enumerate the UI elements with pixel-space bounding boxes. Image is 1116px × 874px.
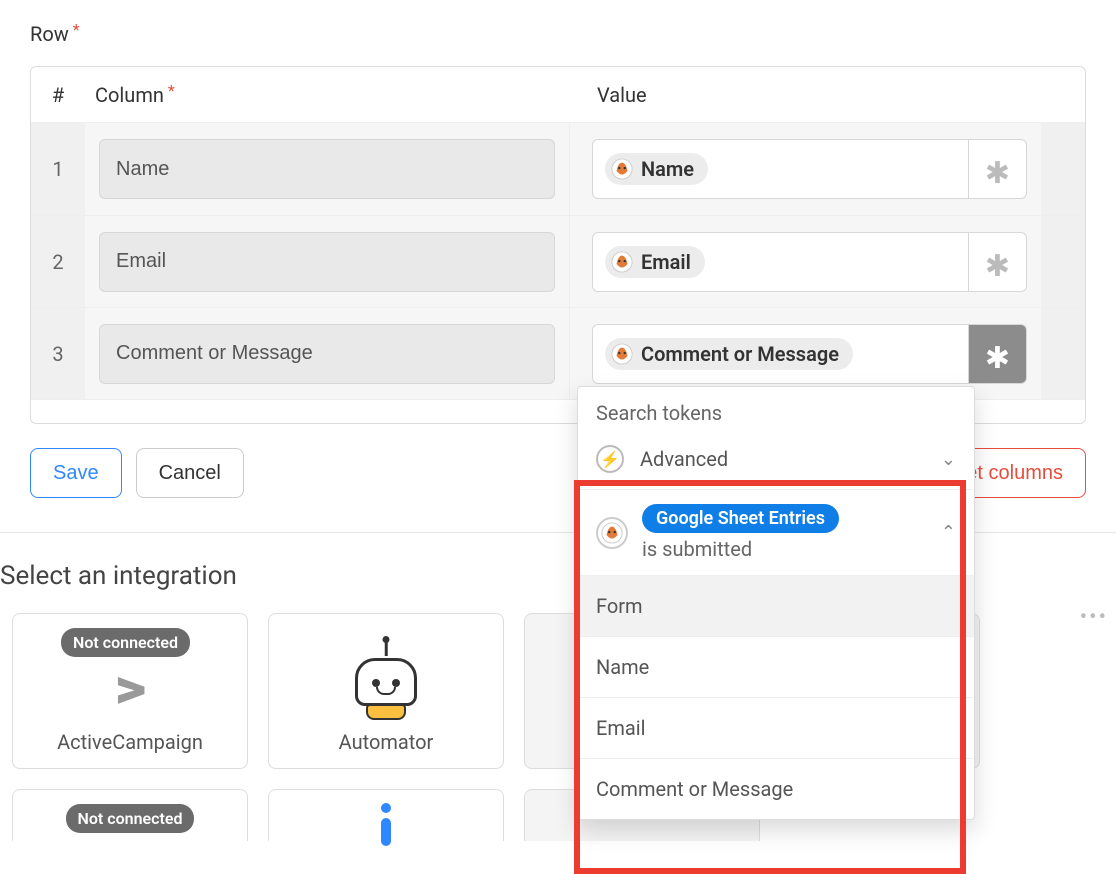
automator-logo-icon: [355, 658, 417, 720]
value-token-field[interactable]: Email: [592, 232, 969, 292]
asterisk-icon: ✱: [985, 344, 1010, 374]
token-option[interactable]: Name: [578, 637, 974, 698]
row-number: 3: [31, 308, 85, 399]
table-row: 1 Name ✱: [31, 123, 1085, 215]
token-group-pill: Google Sheet Entries: [642, 504, 839, 533]
row-number: 1: [31, 123, 85, 215]
integration-card-title: ActiveCampaign: [57, 730, 203, 754]
header-number: #: [31, 83, 85, 107]
row-mapping-table: # Column* Value 1 Name: [30, 66, 1086, 424]
token-group-subtitle: is submitted: [642, 537, 941, 561]
token-group-advanced-label: Advanced: [640, 447, 941, 471]
wpforms-icon: [611, 251, 633, 273]
required-asterisk: *: [168, 81, 175, 100]
section-label-row: Row*: [30, 22, 1086, 46]
save-button[interactable]: Save: [30, 448, 122, 498]
column-name-input[interactable]: [99, 324, 555, 384]
column-name-input[interactable]: [99, 139, 555, 199]
asterisk-icon: ✱: [985, 159, 1010, 189]
token-group-advanced[interactable]: ⚡ Advanced ⌄: [578, 435, 974, 490]
value-token-field[interactable]: Comment or Message: [592, 324, 969, 384]
chevron-down-icon: ⌄: [941, 449, 956, 470]
token-picker-button[interactable]: ✱: [969, 324, 1027, 384]
token-chip-label: Email: [641, 250, 691, 274]
token-picker-button[interactable]: ✱: [969, 139, 1027, 199]
integration-card-activecampaign[interactable]: Not connected > ActiveCampaign: [12, 613, 248, 769]
not-connected-badge: Not connected: [66, 804, 195, 833]
row-spacer: [1041, 308, 1085, 399]
token-chip[interactable]: Comment or Message: [605, 338, 853, 370]
token-chip-label: Name: [641, 157, 694, 181]
more-options-icon[interactable]: •••: [1080, 605, 1108, 630]
wpforms-icon: [611, 343, 633, 365]
token-chip[interactable]: Name: [605, 153, 708, 185]
table-row: 2 Email ✱: [31, 215, 1085, 307]
token-picker-button[interactable]: ✱: [969, 232, 1027, 292]
row-number: 2: [31, 216, 85, 307]
token-option[interactable]: Comment or Message: [578, 759, 974, 819]
integration-card-partial[interactable]: [268, 789, 504, 841]
activecampaign-logo-icon: >: [114, 660, 146, 716]
header-value: Value: [569, 83, 647, 107]
wpforms-icon: [596, 517, 628, 549]
row-spacer: [1041, 123, 1085, 215]
chevron-up-icon: ⌃: [941, 522, 956, 543]
not-connected-badge: Not connected: [61, 628, 190, 657]
token-option[interactable]: Email: [578, 698, 974, 759]
table-header: # Column* Value: [31, 67, 1085, 123]
asterisk-icon: ✱: [985, 252, 1010, 282]
row-spacer: [1041, 216, 1085, 307]
token-group-header[interactable]: Google Sheet Entries is submitted ⌃: [578, 490, 974, 576]
token-search-input[interactable]: Search tokens: [578, 387, 974, 435]
bolt-icon: ⚡: [596, 445, 624, 473]
value-token-field[interactable]: Name: [592, 139, 969, 199]
header-column: Column*: [85, 83, 569, 107]
cancel-button[interactable]: Cancel: [136, 448, 244, 498]
integration-card-partial[interactable]: Not connected: [12, 789, 248, 841]
token-dropdown: Search tokens ⚡ Advanced ⌄ Google Sheet …: [577, 386, 975, 820]
column-name-input[interactable]: [99, 232, 555, 292]
integration-card-title: Automator: [339, 730, 434, 754]
required-asterisk: *: [73, 20, 80, 39]
integration-card-automator[interactable]: Automator: [268, 613, 504, 769]
token-option[interactable]: Form: [578, 576, 974, 637]
token-chip-label: Comment or Message: [641, 342, 839, 366]
wpforms-icon: [611, 158, 633, 180]
integration-logo-icon: [361, 802, 411, 846]
token-chip[interactable]: Email: [605, 246, 705, 278]
